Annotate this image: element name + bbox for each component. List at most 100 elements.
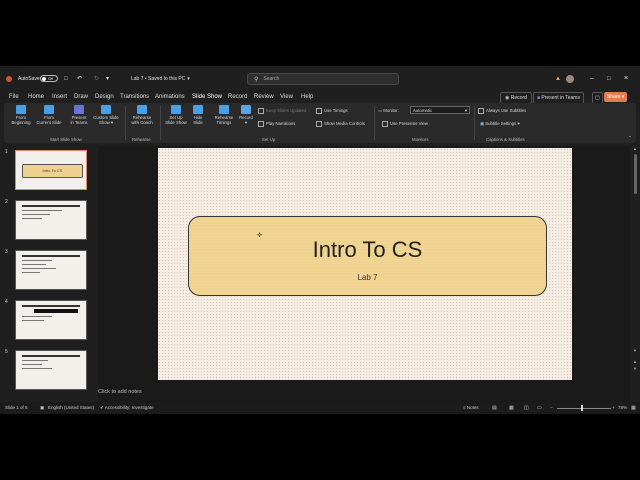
zoom-out-icon[interactable]: − [550,402,553,414]
maximize-icon[interactable]: □ [607,66,611,91]
collapse-ribbon-icon[interactable]: ⌄ [628,133,632,138]
tab-home[interactable]: Home [28,91,44,103]
tab-file[interactable]: File [9,91,19,103]
search-icon: ⚲ [254,76,259,83]
zoom-slider-thumb[interactable] [581,405,583,411]
tab-animations[interactable]: Animations [155,91,185,103]
next-slide-icon[interactable]: ▼ [633,366,637,371]
avatar[interactable] [566,66,574,91]
tab-record[interactable]: Record [228,91,247,103]
accessibility-icon: ✔ [100,405,104,410]
subtitle-settings-button[interactable]: ▣ Subtitle Settings ▾ [480,121,520,126]
slide-title[interactable]: Intro To CS [189,237,546,263]
keep-updated-label: Keep Slides Updated [266,108,307,114]
document-title[interactable]: Lab 7 • Saved to this PC ▾ [131,66,190,91]
always-use-subtitles-checkbox[interactable]: Always Use Subtitles [478,108,526,114]
checkbox-checked-icon [258,121,264,127]
tab-view[interactable]: View [280,91,293,103]
tab-review[interactable]: Review [254,91,274,103]
share-button-label: Share [607,94,621,100]
slide-number: 2 [5,199,8,205]
from-beginning-line2: Beginning [11,120,31,125]
slideshow-current-icon [44,105,54,114]
language-status[interactable]: English (United States) [48,402,94,414]
vertical-scrollbar[interactable]: ▲ ▼ ▲ ▼ [633,146,638,414]
zoom-in-icon[interactable]: + [612,402,615,414]
zoom-slider[interactable] [557,402,611,414]
custom-slide-show-button[interactable]: Custom Slide Show ▾ [90,105,122,125]
save-icon[interactable]: □ [64,66,68,91]
undo-icon[interactable]: ↶ [77,66,82,91]
hide-slide-button[interactable]: Hide Slide [188,105,208,125]
autosave-label: AutoSave [18,75,40,82]
search-input[interactable]: Search [263,76,279,82]
redo-icon[interactable]: ↻ [94,66,99,91]
accessibility-status[interactable]: ✔ Accessibility: Investigate [100,402,154,414]
warning-icon[interactable]: ▲ [555,66,561,91]
notes-pane[interactable]: Click to add notes [98,389,578,397]
monitor-select-value: Automatic [413,108,433,113]
slide-subtitle[interactable]: Lab 7 [189,273,546,282]
play-narrations-checkbox[interactable]: Play Narrations [258,121,295,127]
present-in-teams-ribbon-button[interactable]: Present in Teams [66,105,92,125]
play-narrations-label: Play Narrations [266,121,296,127]
zoom-level[interactable]: 78% [618,402,627,414]
scroll-up-icon[interactable]: ▲ [633,146,637,151]
fit-slide-icon[interactable]: ▦ [631,402,636,414]
notes-icon: ≡ [463,405,466,410]
scrollbar-thumb[interactable] [634,154,637,194]
slideshow-view-icon[interactable]: ▭ [537,402,542,414]
ribbon-separator [474,106,475,140]
rehearse-timings-button[interactable]: Rehearse Timings [210,105,238,125]
chevron-down-icon: ▾ [244,120,248,125]
rehearse-with-coach-button[interactable]: Rehearse with Coach [127,105,157,125]
share-button[interactable]: Share ▾ [604,92,628,102]
chevron-down-icon: ▾ [621,94,625,100]
scroll-down-icon[interactable]: ▼ [633,348,637,353]
notes-button[interactable]: ≡ Notes [463,402,479,414]
from-beginning-button[interactable]: From Beginning [6,105,36,125]
set-up-slide-show-button[interactable]: Set Up Slide Show [162,105,190,125]
use-timings-checkbox[interactable]: Use Timings [316,108,348,114]
tab-design[interactable]: Design [95,91,114,103]
coach-line2: with Coach [131,120,153,125]
previous-slide-icon[interactable]: ▲ [633,359,637,364]
close-icon[interactable]: × [624,66,628,91]
monitor-select[interactable]: Automatic ▾ [410,106,470,114]
tab-help[interactable]: Help [301,91,313,103]
slide-count: Slide 1 of 5 [5,405,28,410]
slide-thumbnail-2[interactable] [15,200,87,240]
tab-draw[interactable]: Draw [74,91,88,103]
search-box[interactable]: ⚲ Search [247,73,399,85]
tab-insert[interactable]: Insert [52,91,67,103]
menu-bar: File Home Insert Draw Design Transitions… [0,91,640,104]
record-ribbon-button[interactable]: Record ▾ [236,105,256,125]
slide-sorter-icon[interactable]: ▦ [509,402,514,414]
tab-transitions[interactable]: Transitions [120,91,149,103]
document-title-text: Lab 7 • Saved to this PC [131,75,186,82]
custom-show-line2: Show [98,120,110,125]
checkbox-icon [258,108,264,114]
group-set-up: Set Up [262,137,276,142]
slide-thumbnail-5[interactable] [15,350,87,390]
minimize-icon[interactable]: – [590,66,594,91]
slide-thumbnail-3[interactable] [15,250,87,290]
title-banner[interactable]: Intro To CS Lab 7 ✜ [188,216,547,296]
customize-toolbar-icon[interactable]: ▾ [106,66,109,91]
show-media-controls-checkbox[interactable]: Show Media Controls [316,121,365,127]
slide-thumbnail-1[interactable]: Intro To CS [15,150,87,190]
ribbon-separator [374,106,375,140]
slide-thumbnail-4[interactable] [15,300,87,340]
present-in-teams-label: Present in Teams [541,95,580,101]
from-current-slide-button[interactable]: From Current Slide [34,105,64,125]
autosave-toggle[interactable]: Off [40,66,58,91]
keep-slides-updated-checkbox[interactable]: Keep Slides Updated [258,108,306,114]
ribbon-separator [160,106,161,140]
reading-view-icon[interactable]: ◫ [524,402,529,414]
title-bar: AutoSave Off □ ↶ ↻ ▾ Lab 7 • Saved to th… [0,66,640,91]
current-slide[interactable]: Intro To CS Lab 7 ✜ [158,148,572,380]
language-icon[interactable]: ▣ [40,402,44,414]
powerpoint-logo-icon [6,66,12,91]
use-presenter-view-checkbox[interactable]: Use Presenter View [382,121,428,127]
normal-view-icon[interactable]: ▤ [492,402,497,414]
